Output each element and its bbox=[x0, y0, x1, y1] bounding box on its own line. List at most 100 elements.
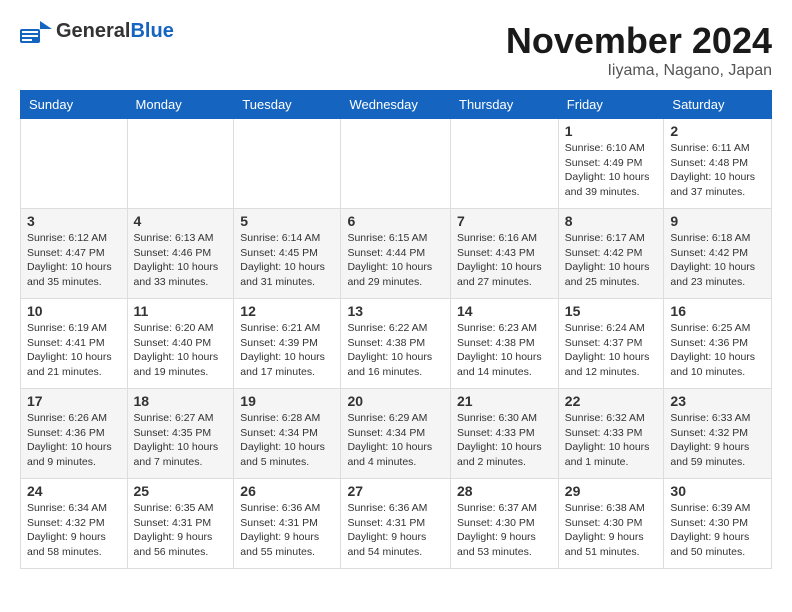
calendar-cell-w3-d0: 17Sunrise: 6:26 AM Sunset: 4:36 PM Dayli… bbox=[21, 389, 128, 479]
header-saturday: Saturday bbox=[664, 91, 772, 119]
week-row-0: 1 Sunrise: 6:10 AM Sunset: 4:49 PM Daylig… bbox=[21, 119, 772, 209]
cell-info: Sunrise: 6:35 AM Sunset: 4:31 PM Dayligh… bbox=[134, 501, 228, 560]
calendar-cell-w0-d5: 1 Sunrise: 6:10 AM Sunset: 4:49 PM Daylig… bbox=[558, 119, 664, 209]
calendar-cell-w3-d4: 21Sunrise: 6:30 AM Sunset: 4:33 PM Dayli… bbox=[451, 389, 559, 479]
header-wednesday: Wednesday bbox=[341, 91, 451, 119]
calendar-cell-w1-d3: 6Sunrise: 6:15 AM Sunset: 4:44 PM Daylig… bbox=[341, 209, 451, 299]
calendar-cell-w2-d5: 15 Sunrise: 6:24 AM Sunset: 4:37 PM Dayli… bbox=[558, 299, 664, 389]
calendar-cell-w0-d1 bbox=[127, 119, 234, 209]
calendar-cell-w4-d3: 27Sunrise: 6:36 AM Sunset: 4:31 PM Dayli… bbox=[341, 479, 451, 569]
week-row-1: 3Sunrise: 6:12 AM Sunset: 4:47 PM Daylig… bbox=[21, 209, 772, 299]
day-number: 18 bbox=[134, 393, 228, 409]
day-number: 11 bbox=[134, 303, 228, 319]
day-number: 17 bbox=[27, 393, 121, 409]
day-number: 14 bbox=[457, 303, 552, 319]
calendar-cell-w1-d0: 3Sunrise: 6:12 AM Sunset: 4:47 PM Daylig… bbox=[21, 209, 128, 299]
calendar-cell-w4-d4: 28 Sunrise: 6:37 AM Sunset: 4:30 PM Dayli… bbox=[451, 479, 559, 569]
day-number: 1 bbox=[565, 123, 658, 139]
day-number: 16 bbox=[670, 303, 765, 319]
calendar-cell-w1-d2: 5Sunrise: 6:14 AM Sunset: 4:45 PM Daylig… bbox=[234, 209, 341, 299]
cell-info: Sunrise: 6:24 AM Sunset: 4:37 PM Dayligh… bbox=[565, 321, 658, 380]
cell-info: Sunrise: 6:10 AM Sunset: 4:49 PM Dayligh… bbox=[565, 141, 658, 200]
cell-info: Sunrise: 6:22 AM Sunset: 4:38 PM Dayligh… bbox=[347, 321, 444, 380]
cell-info: Sunrise: 6:21 AM Sunset: 4:39 PM Dayligh… bbox=[240, 321, 334, 380]
calendar-cell-w2-d1: 11Sunrise: 6:20 AM Sunset: 4:40 PM Dayli… bbox=[127, 299, 234, 389]
calendar-cell-w4-d6: 30 Sunrise: 6:39 AM Sunset: 4:30 PM Dayli… bbox=[664, 479, 772, 569]
day-number: 27 bbox=[347, 483, 444, 499]
calendar-cell-w1-d4: 7 Sunrise: 6:16 AM Sunset: 4:43 PM Daylig… bbox=[451, 209, 559, 299]
cell-info: Sunrise: 6:39 AM Sunset: 4:30 PM Dayligh… bbox=[670, 501, 765, 560]
day-number: 5 bbox=[240, 213, 334, 229]
cell-info: Sunrise: 6:23 AM Sunset: 4:38 PM Dayligh… bbox=[457, 321, 552, 380]
day-number: 15 bbox=[565, 303, 658, 319]
calendar-cell-w3-d3: 20 Sunrise: 6:29 AM Sunset: 4:34 PM Dayli… bbox=[341, 389, 451, 479]
calendar-cell-w0-d4 bbox=[451, 119, 559, 209]
day-number: 22 bbox=[565, 393, 658, 409]
cell-info: Sunrise: 6:16 AM Sunset: 4:43 PM Dayligh… bbox=[457, 231, 552, 290]
day-number: 20 bbox=[347, 393, 444, 409]
day-number: 26 bbox=[240, 483, 334, 499]
logo-text: GeneralBlue bbox=[56, 20, 174, 43]
day-number: 29 bbox=[565, 483, 658, 499]
day-number: 30 bbox=[670, 483, 765, 499]
calendar-cell-w4-d5: 29 Sunrise: 6:38 AM Sunset: 4:30 PM Dayli… bbox=[558, 479, 664, 569]
cell-info: Sunrise: 6:18 AM Sunset: 4:42 PM Dayligh… bbox=[670, 231, 765, 290]
cell-info: Sunrise: 6:11 AM Sunset: 4:48 PM Dayligh… bbox=[670, 141, 765, 200]
day-number: 3 bbox=[27, 213, 121, 229]
cell-info: Sunrise: 6:33 AM Sunset: 4:32 PM Dayligh… bbox=[670, 411, 765, 470]
day-number: 10 bbox=[27, 303, 121, 319]
cell-info: Sunrise: 6:38 AM Sunset: 4:30 PM Dayligh… bbox=[565, 501, 658, 560]
page-header: GeneralBlue November 2024 Iiyama, Nagano… bbox=[20, 20, 772, 80]
header-thursday: Thursday bbox=[451, 91, 559, 119]
cell-info: Sunrise: 6:34 AM Sunset: 4:32 PM Dayligh… bbox=[27, 501, 121, 560]
title-area: November 2024 Iiyama, Nagano, Japan bbox=[506, 20, 772, 80]
day-number: 6 bbox=[347, 213, 444, 229]
calendar-cell-w0-d6: 2Sunrise: 6:11 AM Sunset: 4:48 PM Daylig… bbox=[664, 119, 772, 209]
week-row-2: 10 Sunrise: 6:19 AM Sunset: 4:41 PM Dayli… bbox=[21, 299, 772, 389]
header-tuesday: Tuesday bbox=[234, 91, 341, 119]
cell-info: Sunrise: 6:13 AM Sunset: 4:46 PM Dayligh… bbox=[134, 231, 228, 290]
calendar-cell-w3-d1: 18 Sunrise: 6:27 AM Sunset: 4:35 PM Dayli… bbox=[127, 389, 234, 479]
calendar-subtitle: Iiyama, Nagano, Japan bbox=[506, 62, 772, 80]
cell-info: Sunrise: 6:32 AM Sunset: 4:33 PM Dayligh… bbox=[565, 411, 658, 470]
header-sunday: Sunday bbox=[21, 91, 128, 119]
cell-info: Sunrise: 6:36 AM Sunset: 4:31 PM Dayligh… bbox=[240, 501, 334, 560]
day-number: 25 bbox=[134, 483, 228, 499]
cell-info: Sunrise: 6:29 AM Sunset: 4:34 PM Dayligh… bbox=[347, 411, 444, 470]
week-row-3: 17Sunrise: 6:26 AM Sunset: 4:36 PM Dayli… bbox=[21, 389, 772, 479]
day-number: 4 bbox=[134, 213, 228, 229]
day-number: 12 bbox=[240, 303, 334, 319]
day-number: 21 bbox=[457, 393, 552, 409]
calendar-cell-w3-d5: 22 Sunrise: 6:32 AM Sunset: 4:33 PM Dayli… bbox=[558, 389, 664, 479]
week-row-4: 24Sunrise: 6:34 AM Sunset: 4:32 PM Dayli… bbox=[21, 479, 772, 569]
calendar-title: November 2024 bbox=[506, 20, 772, 62]
calendar-cell-w2-d3: 13 Sunrise: 6:22 AM Sunset: 4:38 PM Dayli… bbox=[341, 299, 451, 389]
calendar-cell-w1-d5: 8Sunrise: 6:17 AM Sunset: 4:42 PM Daylig… bbox=[558, 209, 664, 299]
day-number: 28 bbox=[457, 483, 552, 499]
calendar-cell-w3-d2: 19 Sunrise: 6:28 AM Sunset: 4:34 PM Dayli… bbox=[234, 389, 341, 479]
calendar-cell-w3-d6: 23Sunrise: 6:33 AM Sunset: 4:32 PM Dayli… bbox=[664, 389, 772, 479]
day-number: 13 bbox=[347, 303, 444, 319]
header-friday: Friday bbox=[558, 91, 664, 119]
day-number: 19 bbox=[240, 393, 334, 409]
cell-info: Sunrise: 6:19 AM Sunset: 4:41 PM Dayligh… bbox=[27, 321, 121, 380]
cell-info: Sunrise: 6:27 AM Sunset: 4:35 PM Dayligh… bbox=[134, 411, 228, 470]
calendar-body: 1 Sunrise: 6:10 AM Sunset: 4:49 PM Daylig… bbox=[21, 119, 772, 569]
calendar-cell-w1-d6: 9 Sunrise: 6:18 AM Sunset: 4:42 PM Daylig… bbox=[664, 209, 772, 299]
header-monday: Monday bbox=[127, 91, 234, 119]
day-number: 9 bbox=[670, 213, 765, 229]
calendar-cell-w4-d1: 25 Sunrise: 6:35 AM Sunset: 4:31 PM Dayli… bbox=[127, 479, 234, 569]
calendar-cell-w4-d0: 24Sunrise: 6:34 AM Sunset: 4:32 PM Dayli… bbox=[21, 479, 128, 569]
calendar-cell-w0-d0 bbox=[21, 119, 128, 209]
calendar-header: Sunday Monday Tuesday Wednesday Thursday… bbox=[21, 91, 772, 119]
calendar-cell-w4-d2: 26 Sunrise: 6:36 AM Sunset: 4:31 PM Dayli… bbox=[234, 479, 341, 569]
cell-info: Sunrise: 6:37 AM Sunset: 4:30 PM Dayligh… bbox=[457, 501, 552, 560]
day-number: 7 bbox=[457, 213, 552, 229]
calendar-cell-w2-d0: 10 Sunrise: 6:19 AM Sunset: 4:41 PM Dayli… bbox=[21, 299, 128, 389]
calendar-cell-w0-d2 bbox=[234, 119, 341, 209]
calendar-cell-w2-d6: 16Sunrise: 6:25 AM Sunset: 4:36 PM Dayli… bbox=[664, 299, 772, 389]
calendar-cell-w2-d2: 12 Sunrise: 6:21 AM Sunset: 4:39 PM Dayli… bbox=[234, 299, 341, 389]
calendar-table: Sunday Monday Tuesday Wednesday Thursday… bbox=[20, 90, 772, 569]
cell-info: Sunrise: 6:28 AM Sunset: 4:34 PM Dayligh… bbox=[240, 411, 334, 470]
header-row: Sunday Monday Tuesday Wednesday Thursday… bbox=[21, 91, 772, 119]
